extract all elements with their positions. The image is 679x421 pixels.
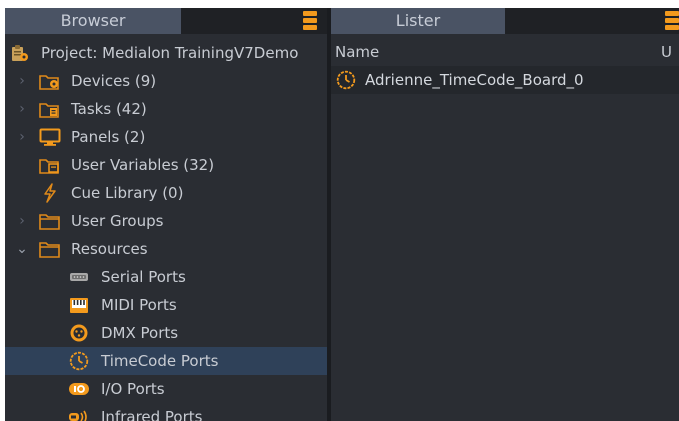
tree-item-label: DMX Ports xyxy=(101,324,179,342)
tree-item-project[interactable]: Project: Medialon TrainingV7Demo xyxy=(5,39,327,67)
panel-monitor-icon xyxy=(39,127,61,147)
tree-item-panels[interactable]: › Panels (2) xyxy=(5,123,327,151)
tree-item-label: MIDI Ports xyxy=(101,296,177,314)
tree-item-label: Project: Medialon TrainingV7Demo xyxy=(41,44,299,62)
tree-item-dmx-ports[interactable]: DMX Ports xyxy=(5,319,327,347)
infrared-port-icon xyxy=(68,407,90,421)
tree-item-label: Tasks (42) xyxy=(71,100,147,118)
browser-tab[interactable]: Browser xyxy=(5,8,181,34)
tree-item-serial-ports[interactable]: Serial Ports xyxy=(5,263,327,291)
tree-item-label: Serial Ports xyxy=(101,268,186,286)
tree-item-user-variables[interactable]: User Variables (32) xyxy=(5,151,327,179)
chevron-right-icon[interactable]: › xyxy=(15,130,29,144)
tree-item-user-groups[interactable]: › User Groups xyxy=(5,207,327,235)
tasks-folder-icon xyxy=(39,99,61,119)
browser-panel: Browser Project: Medialon TrainingV7Demo… xyxy=(5,8,327,421)
tree-item-label: TimeCode Ports xyxy=(101,352,219,370)
tree-item-label: Resources xyxy=(71,240,148,258)
folder-icon xyxy=(39,211,61,231)
tree-item-label: Infrared Ports xyxy=(101,408,203,421)
tree-item-devices[interactable]: › Devices (9) xyxy=(5,67,327,95)
browser-tree: Project: Medialon TrainingV7Demo › Devic… xyxy=(5,39,327,421)
list-item[interactable]: Adrienne_TimeCode_Board_0 xyxy=(331,66,679,94)
cue-lightning-icon xyxy=(39,183,61,203)
browser-menu-icon[interactable] xyxy=(303,10,317,32)
io-port-icon xyxy=(68,379,90,399)
tree-item-tasks[interactable]: › Tasks (42) xyxy=(5,95,327,123)
timecode-clock-icon xyxy=(68,351,90,371)
chevron-right-icon[interactable]: › xyxy=(15,74,29,88)
tree-item-timecode-ports[interactable]: TimeCode Ports xyxy=(5,347,327,375)
dmx-port-icon xyxy=(68,323,90,343)
folder-icon xyxy=(39,239,61,259)
tree-item-resources[interactable]: ⌄ Resources xyxy=(5,235,327,263)
serial-port-icon xyxy=(68,267,90,287)
lister-column-header: Name U xyxy=(331,39,679,65)
column-name[interactable]: Name xyxy=(335,39,379,65)
chevron-right-icon[interactable]: › xyxy=(15,102,29,116)
devices-folder-icon xyxy=(39,71,61,91)
tree-item-label: I/O Ports xyxy=(101,380,165,398)
tree-item-cue-library[interactable]: Cue Library (0) xyxy=(5,179,327,207)
timecode-clock-icon xyxy=(335,70,357,90)
column-u[interactable]: U xyxy=(661,39,672,65)
lister-menu-icon[interactable] xyxy=(665,10,679,32)
tree-item-midi-ports[interactable]: MIDI Ports xyxy=(5,291,327,319)
tree-item-infrared-ports[interactable]: Infrared Ports xyxy=(5,403,327,421)
midi-port-icon xyxy=(68,295,90,315)
user-variables-folder-icon xyxy=(39,155,61,175)
tree-item-label: Cue Library (0) xyxy=(71,184,184,202)
chevron-down-icon[interactable]: ⌄ xyxy=(15,242,29,256)
lister-panel: Lister Name U Adrienne_TimeCode_Board_0 xyxy=(331,8,679,421)
tree-item-label: Panels (2) xyxy=(71,128,146,146)
chevron-right-icon[interactable]: › xyxy=(15,214,29,228)
app-frame: Browser Project: Medialon TrainingV7Demo… xyxy=(5,8,679,421)
list-item-name: Adrienne_TimeCode_Board_0 xyxy=(365,71,584,89)
tree-item-io-ports[interactable]: I/O Ports xyxy=(5,375,327,403)
lister-tab[interactable]: Lister xyxy=(331,8,505,34)
project-icon xyxy=(8,43,30,63)
tree-item-label: User Groups xyxy=(71,212,164,230)
tree-item-label: Devices (9) xyxy=(71,72,157,90)
tree-item-label: User Variables (32) xyxy=(71,156,215,174)
